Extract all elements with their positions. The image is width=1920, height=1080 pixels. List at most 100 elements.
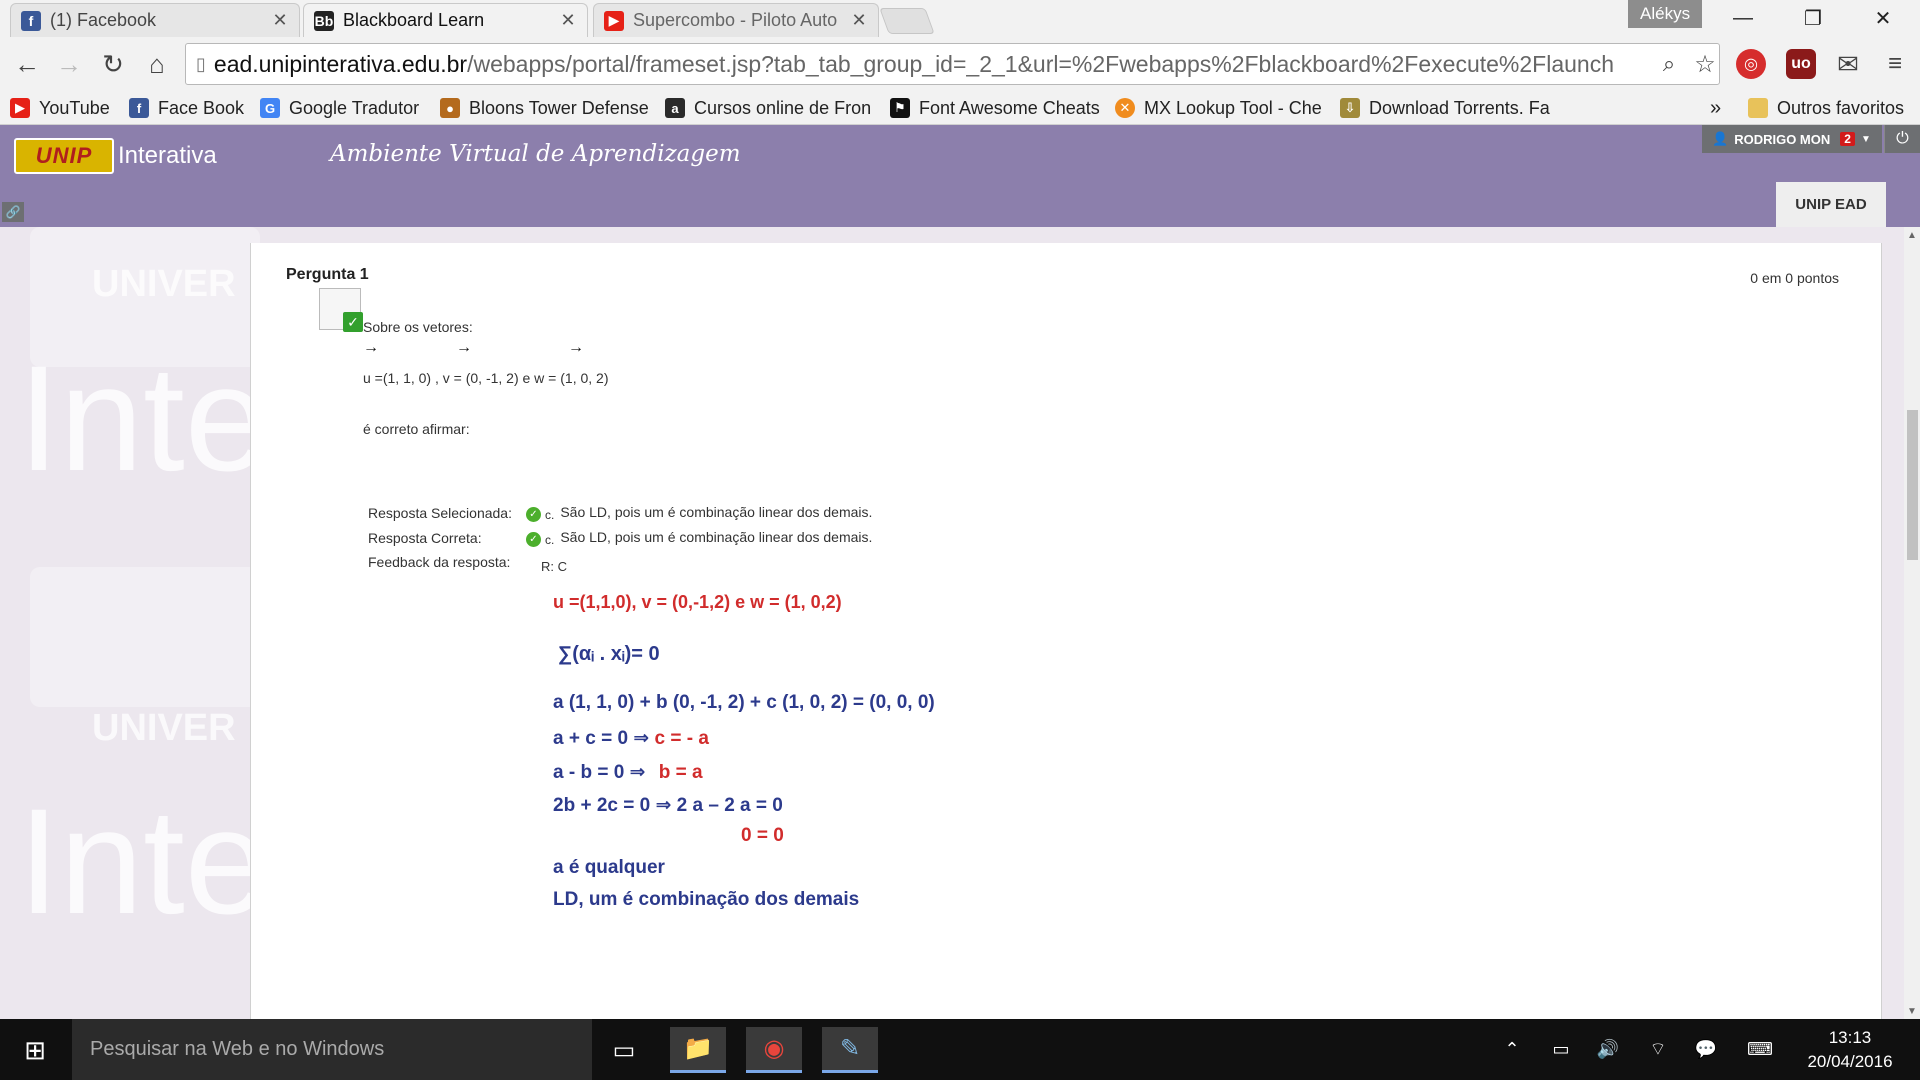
check-icon: ✓ <box>343 312 363 332</box>
forward-icon[interactable]: → <box>52 47 86 81</box>
answer-text: São LD, pois um é combinação linear dos … <box>560 528 873 545</box>
bookmark-label: Google Tradutor <box>289 97 420 118</box>
user-name: RODRIGO MON <box>1734 131 1831 147</box>
blackboard-icon: Bb <box>314 10 334 31</box>
feedback-line: 0 = 0 <box>741 825 784 846</box>
check-icon: ✓ <box>526 507 541 522</box>
action-center-icon[interactable]: 💬 <box>1690 1019 1722 1080</box>
bookmark-label: Face Book <box>158 97 245 118</box>
wifi-icon[interactable]: ⌔ <box>1642 1019 1674 1080</box>
task-view-icon[interactable]: ▭ <box>596 1027 652 1073</box>
bookmark-mxtoolbox[interactable]: ✕ MX Lookup Tool - Che <box>1115 95 1322 121</box>
bookmark-label: Download Torrents. Fa <box>1369 97 1550 118</box>
lastpass-icon[interactable]: ◎ <box>1736 49 1766 79</box>
graded-icon: ✓ <box>319 288 363 332</box>
question-points: 0 em 0 pontos <box>1750 270 1839 286</box>
bookmark-label: Font Awesome Cheats <box>919 97 1100 118</box>
bookmark-google-translate[interactable]: G Google Tradutor <box>260 95 419 121</box>
question-intro: Sobre os vetores: <box>363 319 473 335</box>
bookmark-facebook[interactable]: f Face Book <box>129 95 244 121</box>
tab-title: Supercombo - Piloto Auto <box>633 10 838 30</box>
reload-icon[interactable]: ↻ <box>96 47 130 81</box>
profile-button[interactable]: Alékys <box>1628 0 1703 28</box>
correct-answer-label: Resposta Correta: <box>368 530 482 546</box>
chevron-down-icon: ▼ <box>1860 133 1871 145</box>
taskbar-search[interactable]: Pesquisar na Web e no Windows <box>72 1019 592 1080</box>
close-icon[interactable]: ✕ <box>850 10 868 31</box>
bookmark-alura[interactable]: a Cursos online de Fron <box>665 95 871 121</box>
bookmarks-bar: ▶ YouTube f Face Book G Google Tradutor … <box>0 91 1920 125</box>
close-window-button[interactable]: ✕ <box>1848 0 1918 37</box>
selected-answer-label: Resposta Selecionada: <box>368 505 512 521</box>
close-icon[interactable]: ✕ <box>271 10 289 31</box>
url-domain: ead.unipinterativa.edu.br <box>213 50 468 77</box>
chrome-icon[interactable]: ◉ <box>746 1027 802 1073</box>
star-icon[interactable]: ☆ <box>1688 47 1722 81</box>
mail-icon[interactable]: ✉ <box>1833 49 1863 79</box>
url-path: /webapps/portal/frameset.jsp?tab_tab_gro… <box>467 50 1614 77</box>
torrent-icon: ⇩ <box>1340 98 1360 118</box>
menu-icon[interactable]: ≡ <box>1880 49 1910 79</box>
restore-button[interactable]: ❐ <box>1778 0 1848 37</box>
selected-answer: ✓ c. São LD, pois um é combinação linear… <box>526 501 872 522</box>
site-title: Ambiente Virtual de Aprendizagem <box>330 141 741 167</box>
feedback-line: LD, um é combinação dos demais <box>553 889 860 910</box>
watermark-card <box>30 567 260 707</box>
scroll-down-icon[interactable]: ▼ <box>1904 1003 1920 1019</box>
correct-answer: ✓ c. São LD, pois um é combinação linear… <box>526 526 872 547</box>
show-hidden-icons[interactable]: ⌃ <box>1498 1019 1526 1080</box>
feedback-image: R: C u =(1,1,0), v = (0,-1,2) e w = (1, … <box>523 547 993 1019</box>
unip-logo[interactable]: UNIP <box>14 138 114 174</box>
scrollbar-thumb[interactable] <box>1907 410 1918 560</box>
bookmark-youtube[interactable]: ▶ YouTube <box>10 95 110 121</box>
question-panel: Pergunta 1 0 em 0 pontos ✓ Sobre os veto… <box>250 243 1882 1019</box>
question-prompt: é correto afirmar: <box>363 421 470 437</box>
alura-icon: a <box>665 98 685 118</box>
feedback-line: a + c = 0 ⇒ c = - a <box>553 727 709 750</box>
notepad-icon[interactable]: ✎ <box>822 1027 878 1073</box>
user-icon: 👤 <box>1712 131 1729 146</box>
windows-start-icon[interactable]: ⊞ <box>12 1033 58 1067</box>
taskbar-clock[interactable]: 13:13 20/04/2016 <box>1795 1026 1905 1074</box>
address-bar[interactable]: ▯ ead.unipinterativa.edu.br/webapps/port… <box>185 43 1720 85</box>
page-scrollbar[interactable]: ▲ ▼ <box>1904 227 1920 1019</box>
bookmark-torrents[interactable]: ⇩ Download Torrents. Fa <box>1340 95 1550 121</box>
bookmark-label: MX Lookup Tool - Che <box>1144 97 1322 118</box>
close-icon[interactable]: ✕ <box>559 10 577 31</box>
ublock-icon[interactable]: uo <box>1786 49 1816 79</box>
search-icon[interactable]: ⌕ <box>1652 47 1686 81</box>
scroll-up-icon[interactable]: ▲ <box>1904 227 1920 243</box>
minimize-button[interactable]: — <box>1708 0 1778 37</box>
bookmarks-overflow[interactable]: » <box>1710 95 1721 121</box>
tab-facebook[interactable]: f (1) Facebook ✕ <box>10 3 300 37</box>
youtube-icon: ▶ <box>604 10 624 31</box>
feedback-line: u =(1,1,0), v = (0,-1,2) e w = (1, 0,2) <box>553 592 842 612</box>
vector-arrow-icon: → <box>456 339 472 356</box>
link-icon[interactable]: 🔗 <box>2 202 24 222</box>
tab-blackboard[interactable]: Bb Blackboard Learn ✕ <box>303 3 588 37</box>
bookmark-font-awesome[interactable]: ⚑ Font Awesome Cheats <box>890 95 1100 121</box>
battery-icon[interactable]: ▭ <box>1545 1019 1577 1080</box>
feedback-line: 2b + 2c = 0 ⇒ 2 a – 2 a = 0 <box>553 795 783 816</box>
site-header: UNIP Interativa Ambiente Virtual de Apre… <box>0 125 1920 227</box>
page-icon: ▯ <box>196 53 206 74</box>
volume-icon[interactable]: 🔊 <box>1592 1019 1624 1080</box>
feedback-answer: R: C <box>541 559 567 574</box>
logout-icon[interactable]: ⏻ <box>1884 125 1920 153</box>
watermark-text: UNIVER <box>92 263 236 305</box>
home-icon[interactable]: ⌂ <box>140 47 174 81</box>
tab-youtube[interactable]: ▶ Supercombo - Piloto Auto ✕ <box>593 3 879 37</box>
other-bookmarks[interactable]: Outros favoritos <box>1748 95 1904 121</box>
bookmark-bloons[interactable]: ● Bloons Tower Defense <box>440 95 649 121</box>
user-menu[interactable]: 👤 RODRIGO MON 2 ▼ <box>1702 125 1882 153</box>
facebook-icon: f <box>21 10 41 31</box>
feedback-line: a (1, 1, 0) + b (0, -1, 2) + c (1, 0, 2)… <box>553 692 935 713</box>
tab-unip-ead[interactable]: UNIP EAD <box>1776 182 1886 227</box>
question-title: Pergunta 1 <box>286 266 369 283</box>
file-explorer-icon[interactable]: 📁 <box>670 1027 726 1073</box>
back-icon[interactable]: ← <box>10 47 44 81</box>
keyboard-icon[interactable]: ⌨ <box>1740 1019 1780 1080</box>
browser-toolbar: ← → ↻ ⌂ ▯ ead.unipinterativa.edu.br/weba… <box>0 37 1920 91</box>
new-tab-button[interactable] <box>879 8 935 34</box>
tab-strip: f (1) Facebook ✕ Bb Blackboard Learn ✕ ▶… <box>0 0 1920 37</box>
